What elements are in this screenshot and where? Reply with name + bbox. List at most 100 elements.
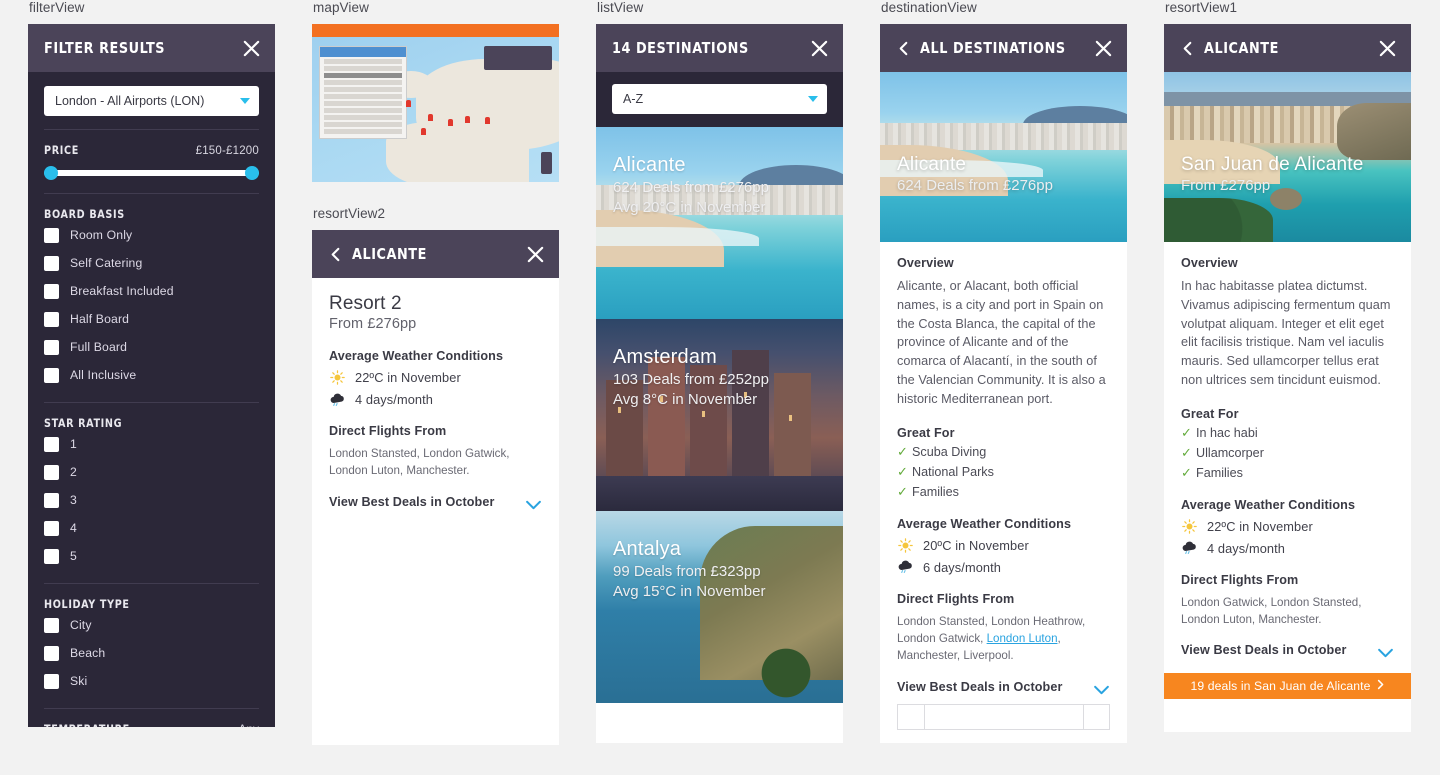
close-icon[interactable] — [526, 245, 545, 264]
screenshot-board: filterView FILTER RESULTS London - All A… — [0, 0, 1440, 775]
deal-next-arrow[interactable] — [1083, 704, 1109, 729]
view-best-deals-label: View Best Deals in October — [897, 679, 1063, 694]
checkbox-icon[interactable] — [44, 339, 59, 355]
checkbox-icon[interactable] — [44, 436, 59, 452]
checkbox-row[interactable]: City — [44, 611, 259, 639]
checkbox-row[interactable]: Full Board — [44, 333, 259, 361]
checkbox-icon[interactable] — [44, 617, 59, 633]
map-screenshot-thumbnail[interactable] — [312, 24, 559, 182]
card-deals-text: 624 Deals from £276pp — [613, 179, 769, 196]
great-for-item: ✓ Families — [897, 484, 1110, 500]
weather-temp-text: 22ºC in November — [1207, 518, 1313, 534]
deal-month-label — [924, 704, 1083, 729]
map-pin[interactable] — [428, 114, 434, 122]
slider-knob-max[interactable] — [245, 166, 259, 180]
map-destinations-badge[interactable] — [484, 46, 552, 70]
map-airport-dropdown[interactable] — [319, 46, 407, 139]
sort-select[interactable]: A-Z — [612, 84, 827, 114]
checkbox-row[interactable]: Half Board — [44, 305, 259, 333]
checkbox-icon[interactable] — [44, 311, 59, 327]
checkbox-row[interactable]: 1 — [44, 430, 259, 458]
map-pin[interactable] — [484, 117, 490, 125]
column-label-resort-view-2: resortView2 — [313, 206, 386, 221]
hero-resort-name: San Juan de Alicante — [1181, 154, 1364, 175]
resort-hero-image: San Juan de Alicante From £276pp — [1164, 72, 1411, 242]
resort-view-1-panel: ALICANTE San Juan de Alicante From £276p… — [1164, 24, 1411, 732]
map-pin[interactable] — [420, 128, 426, 136]
checkbox-icon[interactable] — [44, 548, 59, 564]
resort-deals-cta-button[interactable]: 19 deals in San Juan de Alicante — [1164, 672, 1411, 699]
resort1-header-left[interactable]: ALICANTE — [1180, 39, 1378, 57]
checkbox-label: Self Catering — [70, 256, 143, 270]
price-label: PRICE — [44, 143, 79, 157]
checkbox-row[interactable]: Beach — [44, 639, 259, 667]
checkbox-row[interactable]: Ski — [44, 667, 259, 695]
deal-month-selector[interactable] — [897, 703, 1110, 730]
back-chevron-icon[interactable] — [1180, 41, 1195, 56]
checkbox-icon[interactable] — [44, 464, 59, 480]
checkbox-icon[interactable] — [44, 645, 59, 661]
hero-overlay-text: San Juan de Alicante From £276pp — [1181, 154, 1364, 194]
scenery-palm — [744, 633, 829, 700]
map-pin[interactable] — [405, 99, 411, 107]
map-pin[interactable] — [447, 118, 453, 126]
flights-airport-link[interactable]: London Luton — [987, 632, 1058, 645]
destination-card[interactable]: Amsterdam 103 Deals from £252pp Avg 8°C … — [596, 319, 843, 511]
card-overlay-text: Antalya 99 Deals from £323pp Avg 15°C in… — [613, 538, 831, 601]
destination-header-left[interactable]: ALL DESTINATIONS — [896, 39, 1094, 57]
chevron-down-icon[interactable] — [1093, 682, 1110, 694]
caret-down-icon — [808, 96, 818, 102]
great-for-heading: Great For — [1181, 406, 1239, 421]
checkbox-row[interactable]: 3 — [44, 486, 259, 514]
map-zoom-controls[interactable] — [541, 152, 552, 174]
close-icon[interactable] — [1094, 39, 1113, 58]
column-label-resort-view-1: resortView1 — [1165, 0, 1238, 15]
view-best-deals-row[interactable]: View Best Deals in October — [329, 495, 542, 510]
close-icon[interactable] — [810, 39, 829, 58]
checkbox-row[interactable]: 4 — [44, 514, 259, 542]
resort2-header-left[interactable]: ALICANTE — [328, 245, 526, 263]
price-slider[interactable] — [44, 166, 259, 180]
checkbox-icon[interactable] — [44, 673, 59, 689]
back-chevron-icon[interactable] — [328, 247, 343, 262]
checkbox-row[interactable]: 5 — [44, 542, 259, 570]
chevron-down-icon[interactable] — [1377, 645, 1394, 658]
column-filter-view: filterView FILTER RESULTS London - All A… — [28, 0, 275, 727]
checkbox-row[interactable]: Self Catering — [44, 249, 259, 277]
airport-select[interactable]: London - All Airports (LON) — [44, 86, 259, 116]
great-for-heading: Great For — [897, 425, 955, 440]
checkbox-icon[interactable] — [44, 255, 59, 271]
checkbox-row[interactable]: Breakfast Included — [44, 277, 259, 305]
slider-knob-min[interactable] — [44, 166, 58, 180]
destination-card[interactable]: Alicante 624 Deals from £276pp Avg 20°C … — [596, 127, 843, 319]
checkbox-icon[interactable] — [44, 492, 59, 508]
checkbox-icon[interactable] — [44, 227, 59, 243]
overview-heading: Overview — [897, 256, 954, 270]
deal-prev-arrow[interactable] — [898, 705, 924, 729]
scenery-window — [702, 411, 706, 418]
column-destination-view: destinationView ALL DESTINATIONS Alicant… — [880, 0, 1127, 743]
view-best-deals-row[interactable]: View Best Deals in October — [1181, 643, 1394, 658]
checkbox-row[interactable]: All Inclusive — [44, 361, 259, 389]
close-icon[interactable] — [1378, 39, 1397, 58]
map-pin[interactable] — [465, 115, 471, 123]
destination-content: Overview Alicante, or Alacant, both offi… — [880, 242, 1127, 743]
weather-temp-row: 22ºC in November — [329, 370, 542, 385]
view-best-deals-row[interactable]: View Best Deals in October — [897, 680, 1110, 694]
airport-select-wrap: London - All Airports (LON) — [44, 72, 259, 116]
checkbox-row[interactable]: 2 — [44, 458, 259, 486]
board-basis-options: Room Only Self Catering Breakfast Includ… — [44, 221, 259, 389]
holiday-type-options: City Beach Ski — [44, 611, 259, 695]
checkbox-icon[interactable] — [44, 520, 59, 536]
close-icon[interactable] — [242, 39, 261, 58]
checkbox-icon[interactable] — [44, 367, 59, 383]
checkbox-row[interactable]: Room Only — [44, 221, 259, 249]
sun-icon — [897, 537, 914, 553]
star-rating-options: 1 2 3 4 5 — [44, 430, 259, 570]
back-chevron-icon[interactable] — [896, 41, 911, 56]
filter-panel-title: FILTER RESULTS — [44, 39, 166, 57]
destination-card[interactable]: Antalya 99 Deals from £323pp Avg 15°C in… — [596, 511, 843, 703]
scenery-cape — [1336, 102, 1411, 161]
chevron-down-icon[interactable] — [525, 497, 542, 510]
checkbox-icon[interactable] — [44, 283, 59, 299]
